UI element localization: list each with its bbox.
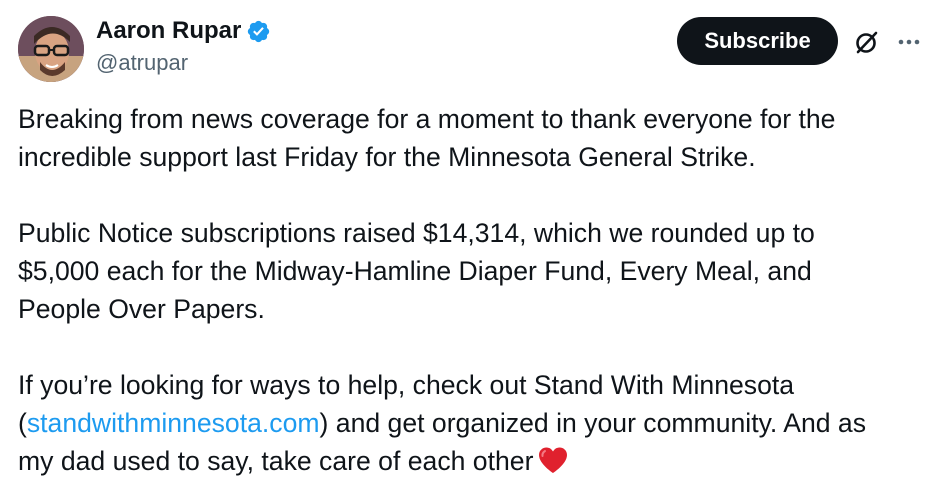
standwithminnesota-link[interactable]: standwithminnesota.com	[27, 408, 320, 438]
author-avatar[interactable]	[18, 16, 84, 82]
tweet-text: Breaking from news coverage for a moment…	[18, 100, 924, 484]
tweet-paragraph-3: If you’re looking for ways to help, chec…	[18, 366, 924, 484]
red-heart-icon	[537, 446, 569, 484]
tweet-line: my dad used to say, take care of each ot…	[18, 446, 534, 476]
tweet-paragraph-1: Breaking from news coverage for a moment…	[18, 104, 836, 172]
tweet-line: People Over Papers.	[18, 294, 265, 324]
avatar-photo-icon	[18, 16, 84, 82]
tweet-line: $5,000 each for the Midway-Hamline Diape…	[18, 256, 812, 286]
paragraph-spacer	[18, 176, 924, 214]
paragraph-spacer	[18, 328, 924, 366]
grok-icon[interactable]	[853, 28, 881, 56]
author-handle[interactable]: @atrupar	[96, 48, 188, 78]
open-paren: (	[18, 408, 27, 438]
author-display-name[interactable]: Aaron Rupar	[96, 15, 241, 47]
tweet-line: ) and get organized in your community. A…	[319, 408, 867, 438]
verified-badge-icon[interactable]	[246, 19, 271, 44]
tweet-card: Aaron Rupar @atrupar Subscribe Breaking …	[0, 0, 934, 498]
more-icon[interactable]	[895, 28, 923, 56]
tweet-line: Public Notice subscriptions raised $14,3…	[18, 218, 815, 248]
author-name-row: Aaron Rupar	[96, 15, 271, 47]
subscribe-button[interactable]: Subscribe	[677, 17, 838, 65]
tweet-paragraph-2: Public Notice subscriptions raised $14,3…	[18, 214, 924, 328]
tweet-line: If you’re looking for ways to help, chec…	[18, 370, 795, 400]
